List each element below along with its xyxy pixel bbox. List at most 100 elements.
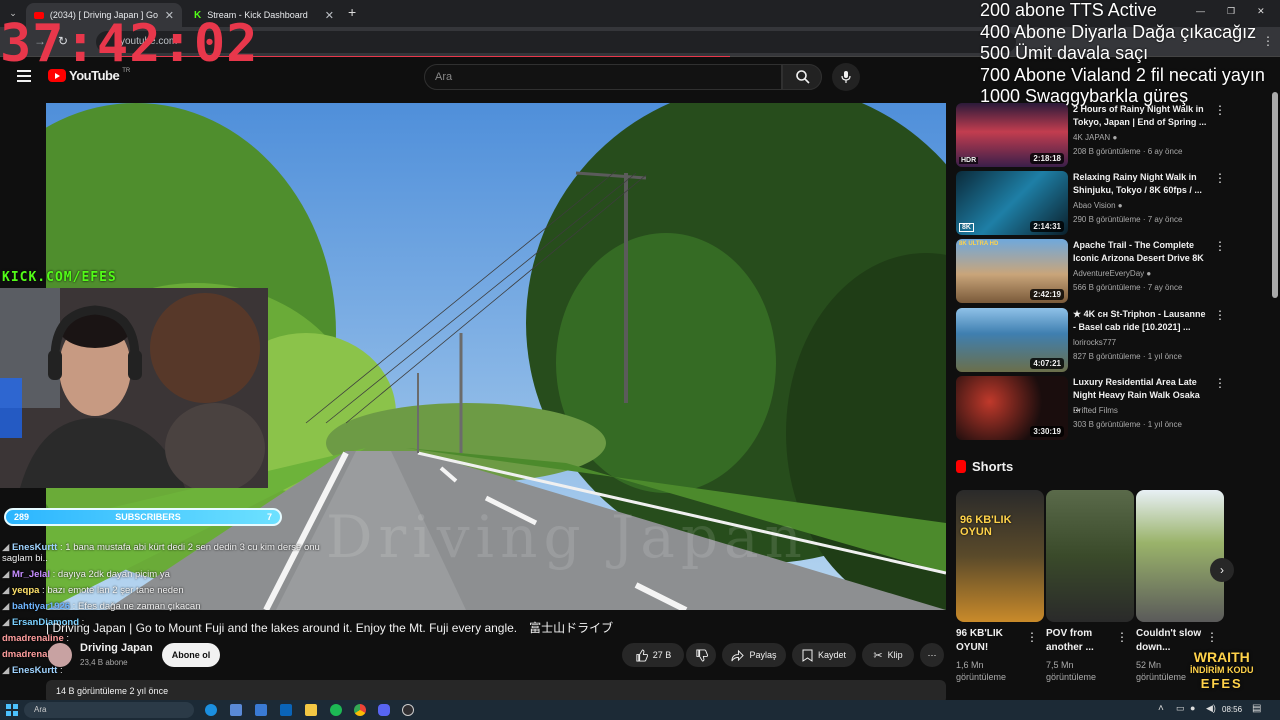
- outlook-icon[interactable]: [280, 704, 292, 716]
- goal-400: 400 Abone Diyarla Dağa çıkacağız: [980, 21, 1257, 42]
- kebab-menu-icon[interactable]: ⋮: [1116, 630, 1128, 644]
- clip-label: Klip: [887, 650, 903, 660]
- subscribe-button[interactable]: Abone ol: [162, 643, 220, 667]
- page-scrollbar[interactable]: [1272, 92, 1278, 298]
- more-actions-button[interactable]: ⋯: [920, 643, 944, 667]
- chat-username: Mr_Jelal: [11, 569, 50, 580]
- taskbar-search-box[interactable]: Ara: [24, 702, 194, 718]
- recommendation-thumbnail[interactable]: 3:30:19: [956, 376, 1068, 440]
- chat-text: Efes dağa ne zaman çıkacan: [77, 601, 201, 612]
- recommendation-title[interactable]: Relaxing Rainy Night Walk in Shinjuku, T…: [1073, 171, 1208, 197]
- shorts-next-button[interactable]: ›: [1210, 558, 1234, 582]
- close-tab-icon[interactable]: ✕: [325, 9, 334, 22]
- recommendation-meta: 566 B görüntüleme · 7 ay önce: [1073, 283, 1183, 292]
- kebab-menu-icon[interactable]: ⋮: [1214, 308, 1226, 322]
- goal-500: 500 Ümit davala saçı: [980, 43, 1149, 63]
- network-icon[interactable]: ▭: [1176, 703, 1185, 714]
- file-explorer-icon[interactable]: [305, 704, 317, 716]
- save-label: Kaydet: [817, 650, 847, 660]
- recommendation-channel[interactable]: lorirocks777: [1073, 338, 1116, 347]
- chevron-right-icon: ›: [1220, 563, 1224, 577]
- chrome-icon[interactable]: [354, 704, 366, 716]
- chat-message: ◢ yeqpa : bazı emote lan 2 şer tane nede…: [2, 585, 184, 596]
- discord-icon[interactable]: [378, 704, 390, 716]
- video-duration: 3:30:19: [1030, 426, 1064, 437]
- spotify-icon[interactable]: [330, 704, 342, 716]
- chat-user-icon: ◢: [2, 665, 12, 676]
- recommendation-thumbnail[interactable]: 8K ULTRA HD 2:42:19: [956, 239, 1068, 303]
- recommendation-thumbnail[interactable]: 4:07:21: [956, 308, 1068, 372]
- clock-time[interactable]: 08:56: [1222, 705, 1242, 714]
- dislike-button[interactable]: [686, 643, 716, 667]
- voice-search-button[interactable]: [832, 63, 860, 91]
- thumbs-down-icon: [695, 648, 708, 662]
- search-button[interactable]: [782, 64, 822, 90]
- recommendation-item[interactable]: HDR 2:18:18 2 Hours of Rainy Night Walk …: [956, 103, 1268, 167]
- save-button[interactable]: Kaydet: [792, 643, 856, 667]
- new-tab-button[interactable]: +: [348, 4, 356, 20]
- calendar-icon[interactable]: [255, 704, 267, 716]
- obs-icon[interactable]: [402, 704, 414, 716]
- share-label: Paylaş: [749, 650, 777, 660]
- kebab-menu-icon[interactable]: ⋮: [1026, 630, 1038, 644]
- microphone-icon: [841, 71, 851, 83]
- recommendation-meta: 208 B görüntüleme · 6 ay önce: [1073, 147, 1183, 156]
- shorts-logo-icon: [956, 460, 966, 473]
- recommendation-channel[interactable]: 4K JAPAN ●: [1073, 133, 1117, 142]
- share-icon: [731, 649, 745, 661]
- chat-user-icon: ◢: [2, 542, 12, 553]
- recommendation-meta: 303 B görüntüleme · 1 yıl önce: [1073, 420, 1182, 429]
- recommendation-channel[interactable]: AdventureEveryDay ●: [1073, 269, 1151, 278]
- kebab-menu-icon[interactable]: ⋮: [1206, 630, 1218, 644]
- like-button[interactable]: 27 B: [622, 643, 684, 667]
- recommendation-title[interactable]: Apache Trail - The Complete Iconic Arizo…: [1073, 239, 1208, 265]
- short-title[interactable]: 96 KB'LIK OYUN!: [956, 627, 1026, 655]
- windows-start-icon[interactable]: [6, 704, 18, 716]
- sponsor-code: EFES: [1200, 676, 1243, 691]
- verified-icon: ●: [1146, 269, 1152, 278]
- search-input[interactable]: Ara: [424, 64, 782, 90]
- short-thumbnail[interactable]: 96 KB'LIK OYUN: [956, 490, 1044, 622]
- verified-icon: ●: [1112, 133, 1118, 142]
- recommendation-channel[interactable]: Drifted Films: [1073, 406, 1118, 415]
- short-thumbnail[interactable]: [1136, 490, 1224, 622]
- recommendation-item[interactable]: 8K ULTRA HD 2:42:19 Apache Trail - The C…: [956, 239, 1268, 303]
- subscriber-count: 289: [14, 512, 30, 522]
- kebab-menu-icon[interactable]: ⋮: [1214, 171, 1226, 185]
- kebab-menu-icon[interactable]: ⋮: [1214, 239, 1226, 253]
- volume-icon[interactable]: ◀): [1206, 703, 1216, 714]
- recommendation-thumbnail[interactable]: HDR 2:18:18: [956, 103, 1068, 167]
- edge-icon[interactable]: [205, 704, 217, 716]
- subscriber-label: SUBSCRIBERS: [115, 512, 181, 522]
- short-title[interactable]: POV from another ...: [1046, 627, 1116, 655]
- recommendation-item[interactable]: 4:07:21 ★ 4K ᴄʜ St-Triphon - Lausanne - …: [956, 308, 1268, 372]
- recommendation-item[interactable]: 3:30:19 Luxury Residential Area Late Nig…: [956, 376, 1268, 440]
- store-icon[interactable]: [230, 704, 242, 716]
- search-placeholder: Ara: [435, 71, 453, 83]
- channel-name[interactable]: Driving Japan: [80, 642, 153, 654]
- recommendation-meta: 290 B görüntüleme · 7 ay önce: [1073, 215, 1183, 224]
- shorts-heading-text: Shorts: [972, 459, 1014, 474]
- stream-timer: 37:42:02: [0, 14, 259, 74]
- share-button[interactable]: Paylaş: [722, 643, 786, 667]
- goal-700: 700 Abone Vialand 2 fil necati yayın: [980, 64, 1265, 85]
- thumbnail-badge: HDR: [959, 157, 979, 164]
- subscriber-progress-bar: 289 SUBSCRIBERS 7: [4, 508, 282, 526]
- kebab-menu-icon[interactable]: ⋮: [1214, 376, 1226, 390]
- video-title: | Driving Japan | Go to Mount Fuji and t…: [46, 621, 614, 635]
- short-thumbnail[interactable]: [1046, 490, 1134, 622]
- microphone-tray-icon[interactable]: ●: [1190, 703, 1195, 713]
- video-duration: 2:14:31: [1030, 221, 1064, 232]
- chat-message: ◢ Mr_Jelal : dayıya 2dk dayan piçim ya: [2, 569, 170, 580]
- bookmark-icon: [802, 649, 813, 662]
- recommendation-channel[interactable]: Abao Vision ●: [1073, 201, 1123, 210]
- recommendation-title[interactable]: 2 Hours of Rainy Night Walk in Tokyo, Ja…: [1073, 103, 1208, 129]
- channel-avatar[interactable]: [48, 643, 72, 667]
- recommendation-title[interactable]: ★ 4K ᴄʜ St-Triphon - Lausanne - Basel ca…: [1073, 308, 1208, 334]
- tray-chevron-icon[interactable]: ˄: [1158, 703, 1164, 714]
- recommendation-thumbnail[interactable]: 8K 2:14:31: [956, 171, 1068, 235]
- recommendation-item[interactable]: 8K 2:14:31 Relaxing Rainy Night Walk in …: [956, 171, 1268, 235]
- kebab-menu-icon[interactable]: ⋮: [1214, 103, 1226, 117]
- notifications-icon[interactable]: ▤: [1252, 703, 1261, 714]
- clip-button[interactable]: ✂ Klip: [862, 643, 914, 667]
